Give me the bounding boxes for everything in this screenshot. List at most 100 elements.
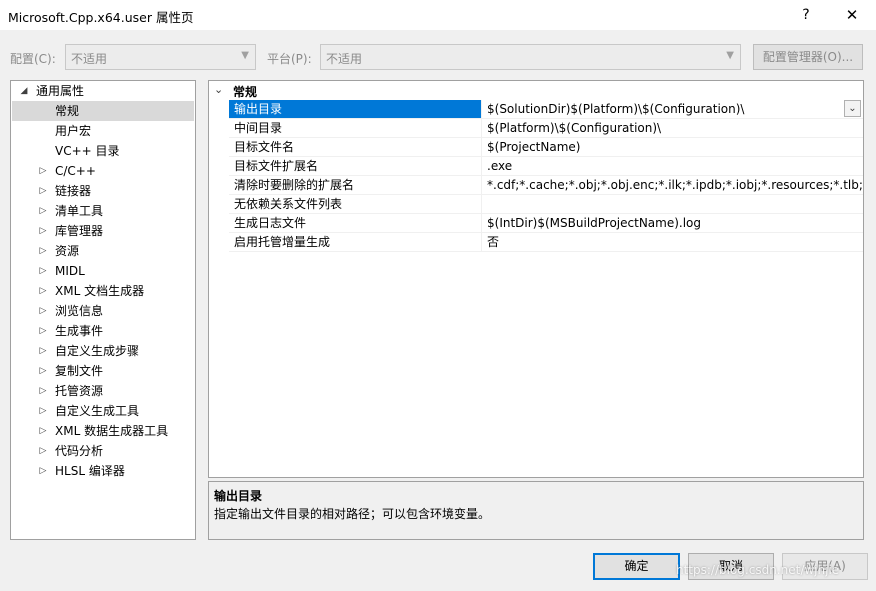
collapsed-triangle-icon[interactable]: ▷ [37, 161, 49, 181]
collapsed-triangle-icon[interactable]: ▷ [37, 341, 49, 361]
collapsed-triangle-icon[interactable]: ▷ [37, 441, 49, 461]
collapsed-triangle-icon[interactable]: ▷ [37, 281, 49, 301]
tree-item[interactable]: ▷ 浏览信息 [12, 301, 194, 321]
property-row[interactable]: 启用托管增量生成否 [229, 233, 863, 252]
tree-item-label: 生成事件 [55, 324, 104, 338]
category-name: 常规 [233, 85, 258, 99]
collapsed-triangle-icon[interactable]: ▷ [37, 401, 49, 421]
property-tree[interactable]: ◢ 通用属性 常规 用户宏 VC++ 目录 ▷ C/C++ ▷ 链接器 ▷ 清单工具 ▷ 库管理器 ▷ 资源… [10, 80, 196, 540]
help-button[interactable]: ? [786, 2, 826, 28]
tree-item-label: C/C++ [55, 164, 96, 178]
tree-item-label: 复制文件 [55, 364, 104, 378]
collapsed-triangle-icon[interactable]: ▷ [37, 201, 49, 221]
property-name[interactable]: 启用托管增量生成 [229, 233, 482, 251]
tree-item[interactable]: ▷ 自定义生成步骤 [12, 341, 194, 361]
property-name[interactable]: 中间目录 [229, 119, 482, 137]
property-name[interactable]: 目标文件名 [229, 138, 482, 156]
tree-item[interactable]: ▷ XML 文档生成器 [12, 281, 194, 301]
tree-item[interactable]: ◢ 通用属性 [12, 81, 194, 101]
tree-item-label: VC++ 目录 [55, 144, 120, 158]
tree-item[interactable]: ▷ 复制文件 [12, 361, 194, 381]
property-grid[interactable]: ⌄ 常规 输出目录 $(SolutionDir)$(Platform)\$(Con… [208, 80, 864, 478]
category-header[interactable]: ⌄ 常规 [209, 81, 863, 100]
property-name[interactable]: 输出目录 [229, 100, 482, 118]
tree-item[interactable]: 常规 [12, 101, 194, 121]
tree-item-label: XML 数据生成器工具 [55, 424, 169, 438]
property-name[interactable]: 目标文件扩展名 [229, 157, 482, 175]
tree-item-label: 自定义生成步骤 [55, 344, 140, 358]
tree-item-label: 用户宏 [55, 124, 92, 138]
property-name[interactable]: 清除时要删除的扩展名 [229, 176, 482, 194]
property-row[interactable]: 无依赖关系文件列表 [229, 195, 863, 214]
configuration-manager-button[interactable]: 配置管理器(O)... [753, 44, 863, 70]
property-row[interactable]: 清除时要删除的扩展名 *.cdf;*.cache;*.obj;*.obj.enc;… [229, 176, 863, 195]
tree-item[interactable]: ▷ 链接器 [12, 181, 194, 201]
tree-item-label: 资源 [55, 244, 80, 258]
tree-item-label: HLSL 编译器 [55, 464, 125, 478]
tree-item-label: 托管资源 [55, 384, 104, 398]
config-label: 配置(C): [10, 52, 56, 66]
expanded-triangle-icon[interactable]: ◢ [18, 81, 30, 101]
tree-item-label: MIDL [55, 264, 85, 278]
collapsed-triangle-icon[interactable]: ▷ [37, 301, 49, 321]
tree-item[interactable]: ▷ 库管理器 [12, 221, 194, 241]
chevron-down-icon[interactable]: ⌄ [844, 100, 861, 117]
collapsed-triangle-icon[interactable]: ▷ [37, 381, 49, 401]
property-value[interactable]: .exe [487, 157, 863, 175]
property-value[interactable] [487, 195, 863, 213]
platform-value: 不适用 [326, 52, 363, 66]
collapsed-triangle-icon[interactable]: ▷ [37, 261, 49, 281]
tree-item-label: XML 文档生成器 [55, 284, 145, 298]
tree-item[interactable]: ▷ 资源 [12, 241, 194, 261]
collapsed-triangle-icon[interactable]: ▷ [37, 181, 49, 201]
tree-item[interactable]: ▷ 清单工具 [12, 201, 194, 221]
tree-item[interactable]: ▷ MIDL [12, 261, 194, 281]
tree-item[interactable]: 用户宏 [12, 121, 194, 141]
tree-item[interactable]: ▷ 生成事件 [12, 321, 194, 341]
tree-item-label: 浏览信息 [55, 304, 104, 318]
collapsed-triangle-icon[interactable]: ▷ [37, 421, 49, 441]
collapsed-triangle-icon[interactable]: ▷ [37, 221, 49, 241]
tree-item[interactable]: ▷ HLSL 编译器 [12, 461, 194, 481]
property-value[interactable]: $(Platform)\$(Configuration)\ [487, 119, 863, 137]
tree-item[interactable]: ▷ 代码分析 [12, 441, 194, 461]
tree-item[interactable]: ▷ 托管资源 [12, 381, 194, 401]
tree-item[interactable]: ▷ C/C++ [12, 161, 194, 181]
close-button[interactable]: ✕ [832, 2, 872, 28]
tree-item[interactable]: ▷ XML 数据生成器工具 [12, 421, 194, 441]
property-row[interactable]: 目标文件名 $(ProjectName) [229, 138, 863, 157]
collapsed-triangle-icon[interactable]: ▷ [37, 461, 49, 481]
tree-item-label: 自定义生成工具 [55, 404, 140, 418]
tree-item[interactable]: ▷ 自定义生成工具 [12, 401, 194, 421]
tree-item[interactable]: VC++ 目录 [12, 141, 194, 161]
ok-button[interactable]: 确定 [593, 553, 680, 580]
platform-combo[interactable]: 不适用 ▼ [320, 44, 741, 70]
property-value[interactable]: $(IntDir)$(MSBuildProjectName).log [487, 214, 863, 232]
property-name[interactable]: 无依赖关系文件列表 [229, 195, 482, 213]
chevron-down-icon: ▼ [241, 50, 249, 61]
tree-item-label: 常规 [55, 104, 80, 118]
platform-label: 平台(P): [267, 52, 312, 66]
collapsed-triangle-icon[interactable]: ▷ [37, 241, 49, 261]
tree-item-label: 代码分析 [55, 444, 104, 458]
title-bar: Microsoft.Cpp.x64.user 属性页 ? ✕ [0, 0, 876, 30]
property-value[interactable]: 否 [487, 233, 863, 251]
config-combo[interactable]: 不适用 ▼ [65, 44, 256, 70]
property-value[interactable]: $(ProjectName) [487, 138, 863, 156]
tree-item-label: 清单工具 [55, 204, 104, 218]
tree-item-label: 库管理器 [55, 224, 104, 238]
property-row[interactable]: 目标文件扩展名 .exe [229, 157, 863, 176]
collapsed-triangle-icon[interactable]: ▷ [37, 361, 49, 381]
tree-item-label: 通用属性 [36, 84, 85, 98]
property-value[interactable]: *.cdf;*.cache;*.obj;*.obj.enc;*.ilk;*.ip… [487, 176, 863, 194]
window-title: Microsoft.Cpp.x64.user 属性页 [8, 10, 194, 25]
property-row[interactable]: 生成日志文件 $(IntDir)$(MSBuildProjectName).log [229, 214, 863, 233]
description-panel: 输出目录 指定输出文件目录的相对路径；可以包含环境变量。 [208, 481, 864, 540]
collapsed-triangle-icon[interactable]: ▷ [37, 321, 49, 341]
property-row[interactable]: 中间目录 $(Platform)\$(Configuration)\ [229, 119, 863, 138]
chevron-down-icon[interactable]: ⌄ [214, 83, 223, 96]
property-row[interactable]: 输出目录 $(SolutionDir)$(Platform)\$(Configur… [229, 100, 863, 119]
chevron-down-icon: ▼ [726, 50, 734, 61]
property-value[interactable]: $(SolutionDir)$(Platform)\$(Configuratio… [487, 100, 863, 118]
property-name[interactable]: 生成日志文件 [229, 214, 482, 232]
